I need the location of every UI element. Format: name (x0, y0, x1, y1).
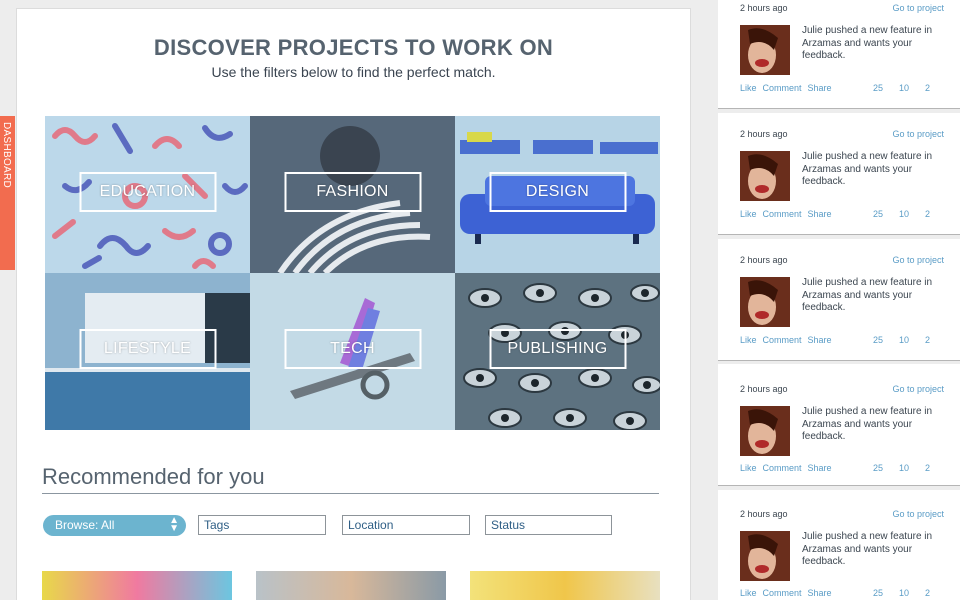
category-grid: EDUCATION FASHION DESIGN LIFESTYLE TECH … (45, 116, 660, 430)
like-link[interactable]: Like (740, 209, 757, 219)
comment-link[interactable]: Comment (763, 588, 802, 598)
share-count: 2 (925, 209, 931, 219)
tags-filter-input[interactable]: Tags (198, 515, 326, 535)
category-tile-education[interactable]: EDUCATION (45, 116, 250, 273)
comment-link[interactable]: Comment (763, 83, 802, 93)
like-count: 25 (873, 335, 884, 345)
share-count: 2 (925, 335, 931, 345)
go-to-project-link[interactable]: Go to project (892, 129, 944, 139)
like-link[interactable]: Like (740, 335, 757, 345)
main-panel: DISCOVER PROJECTS TO WORK ON Use the fil… (16, 8, 691, 600)
feed-divider (718, 234, 960, 235)
comment-count: 10 (899, 335, 910, 345)
feed-timestamp: 2 hours ago (740, 509, 788, 519)
like-count: 25 (873, 209, 884, 219)
feed-divider (718, 360, 960, 361)
category-tile-fashion[interactable]: FASHION (250, 116, 455, 273)
avatar (740, 277, 790, 327)
feed-actions: Like Comment Share (740, 83, 838, 93)
feed-item: 2 hours ago Go to project Julie pushed a… (718, 239, 960, 361)
avatar (740, 151, 790, 201)
avatar (740, 531, 790, 581)
feed-actions: Like Comment Share (740, 588, 838, 598)
browse-select[interactable]: Browse: All ▲ ▼ (43, 515, 186, 536)
category-label-fashion: FASHION (284, 172, 421, 212)
feed-timestamp: 2 hours ago (740, 129, 788, 139)
feed-message: Julie pushed a new feature in Arzamas an… (802, 151, 933, 187)
share-link[interactable]: Share (808, 463, 832, 473)
feed-message: Julie pushed a new feature in Arzamas an… (802, 277, 933, 313)
feed-message: Julie pushed a new feature in Arzamas an… (802, 531, 933, 567)
feed-divider (718, 108, 960, 109)
feed-item: 2 hours ago Go to project Julie pushed a… (718, 490, 960, 600)
location-filter-input[interactable]: Location (342, 515, 470, 535)
feed-actions: Like Comment Share (740, 463, 838, 473)
feed-timestamp: 2 hours ago (740, 3, 788, 13)
feed-item: 2 hours ago Go to project Julie pushed a… (718, 364, 960, 486)
feed-item: 2 hours ago Go to project Julie pushed a… (718, 0, 960, 109)
comment-count: 10 (899, 209, 910, 219)
share-link[interactable]: Share (808, 335, 832, 345)
go-to-project-link[interactable]: Go to project (892, 384, 944, 394)
like-count: 25 (873, 588, 884, 598)
category-label-lifestyle: LIFESTYLE (79, 329, 216, 369)
page-title: DISCOVER PROJECTS TO WORK ON (153, 35, 554, 60)
comment-count: 10 (899, 463, 910, 473)
feed-counts: 25 10 2 (873, 588, 951, 598)
avatar (740, 406, 790, 456)
category-label-design: DESIGN (489, 172, 626, 212)
feed-actions: Like Comment Share (740, 335, 838, 345)
like-count: 25 (873, 83, 884, 93)
share-link[interactable]: Share (808, 588, 832, 598)
share-link[interactable]: Share (808, 209, 832, 219)
comment-count: 10 (899, 588, 910, 598)
like-link[interactable]: Like (740, 463, 757, 473)
feed-counts: 25 10 2 (873, 209, 951, 219)
category-label-tech: TECH (284, 329, 421, 369)
comment-link[interactable]: Comment (763, 335, 802, 345)
comment-count: 10 (899, 83, 910, 93)
share-count: 2 (925, 83, 931, 93)
recommended-divider (42, 493, 659, 494)
avatar (740, 25, 790, 75)
go-to-project-link[interactable]: Go to project (892, 255, 944, 265)
category-label-education: EDUCATION (79, 172, 216, 212)
share-link[interactable]: Share (808, 83, 832, 93)
like-link[interactable]: Like (740, 83, 757, 93)
comment-link[interactable]: Comment (763, 463, 802, 473)
dashboard-tab-label: DASHBOARD (1, 122, 12, 189)
feed-message: Julie pushed a new feature in Arzamas an… (802, 406, 933, 442)
like-link[interactable]: Like (740, 588, 757, 598)
feed-counts: 25 10 2 (873, 463, 951, 473)
project-thumbnail[interactable] (470, 571, 660, 600)
go-to-project-link[interactable]: Go to project (892, 3, 944, 13)
category-tile-publishing[interactable]: PUBLISHING (455, 273, 660, 430)
project-thumbnail[interactable] (42, 571, 232, 600)
select-chevrons-icon: ▲ ▼ (169, 515, 179, 534)
browse-select-value: Browse: All (55, 518, 115, 532)
feed-message: Julie pushed a new feature in Arzamas an… (802, 25, 933, 61)
feed-timestamp: 2 hours ago (740, 384, 788, 394)
feed-divider (718, 485, 960, 486)
category-tile-lifestyle[interactable]: LIFESTYLE (45, 273, 250, 430)
status-filter-input[interactable]: Status (485, 515, 612, 535)
feed-counts: 25 10 2 (873, 83, 951, 93)
share-count: 2 (925, 588, 931, 598)
comment-link[interactable]: Comment (763, 209, 802, 219)
feed-counts: 25 10 2 (873, 335, 951, 345)
go-to-project-link[interactable]: Go to project (892, 509, 944, 519)
project-thumbnail[interactable] (256, 571, 446, 600)
share-count: 2 (925, 463, 931, 473)
feed-actions: Like Comment Share (740, 209, 838, 219)
dashboard-tab[interactable]: DASHBOARD (0, 116, 15, 270)
like-count: 25 (873, 463, 884, 473)
feed-timestamp: 2 hours ago (740, 255, 788, 265)
category-label-publishing: PUBLISHING (489, 329, 626, 369)
page-subtitle: Use the filters below to find the perfec… (211, 64, 496, 80)
category-tile-tech[interactable]: TECH (250, 273, 455, 430)
recommended-heading: Recommended for you (42, 464, 265, 489)
category-tile-design[interactable]: DESIGN (455, 116, 660, 273)
feed-item: 2 hours ago Go to project Julie pushed a… (718, 113, 960, 235)
